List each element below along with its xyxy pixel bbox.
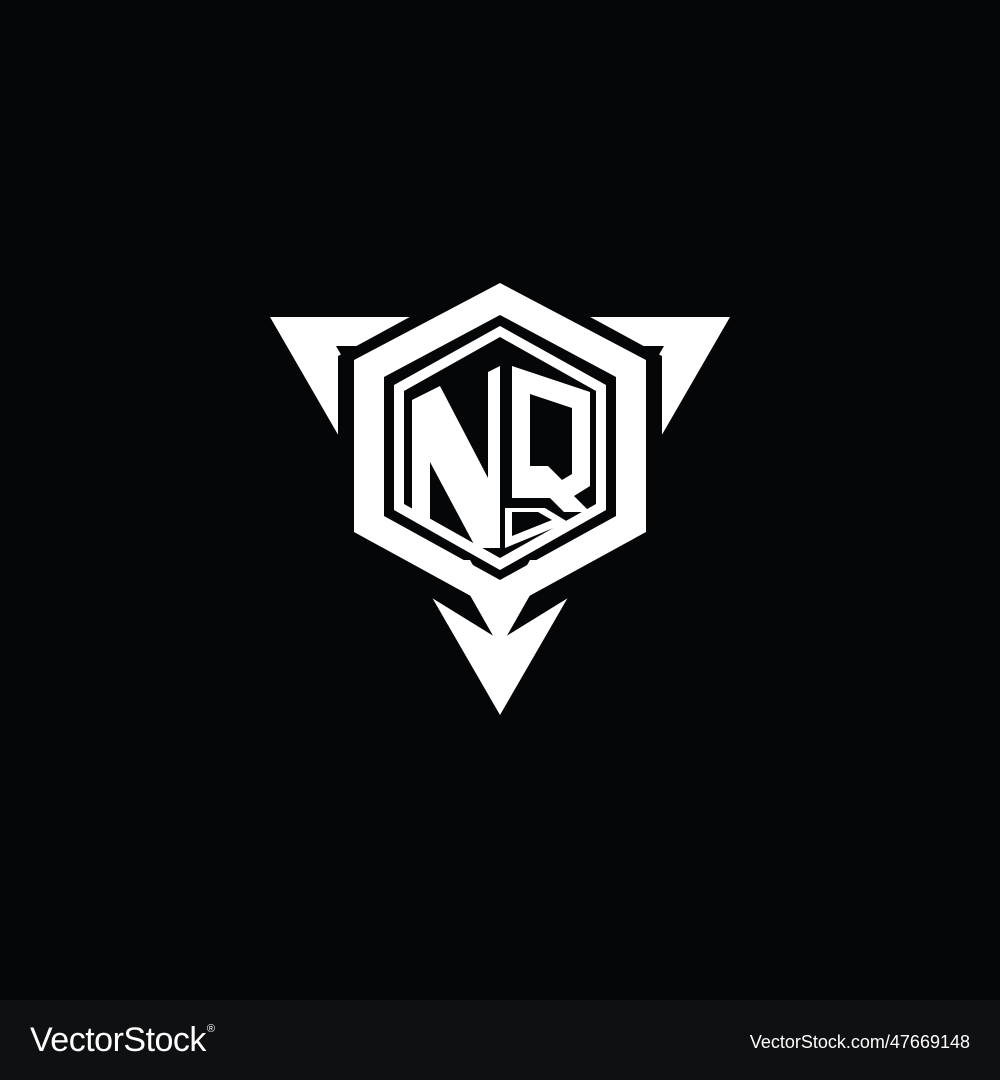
image-canvas: VectorStock ® VectorStock.com/47669148 <box>0 0 1000 1080</box>
vectorstock-logo: VectorStock ® <box>30 1018 215 1062</box>
watermark-footer: VectorStock ® VectorStock.com/47669148 <box>0 1000 1000 1080</box>
logo-artwork <box>0 0 1000 1000</box>
nq-logo-icon <box>270 268 730 715</box>
registered-mark: ® <box>206 1023 215 1035</box>
brand-name: VectorStock <box>30 1021 206 1059</box>
image-id-text: VectorStock.com/47669148 <box>749 1032 970 1052</box>
